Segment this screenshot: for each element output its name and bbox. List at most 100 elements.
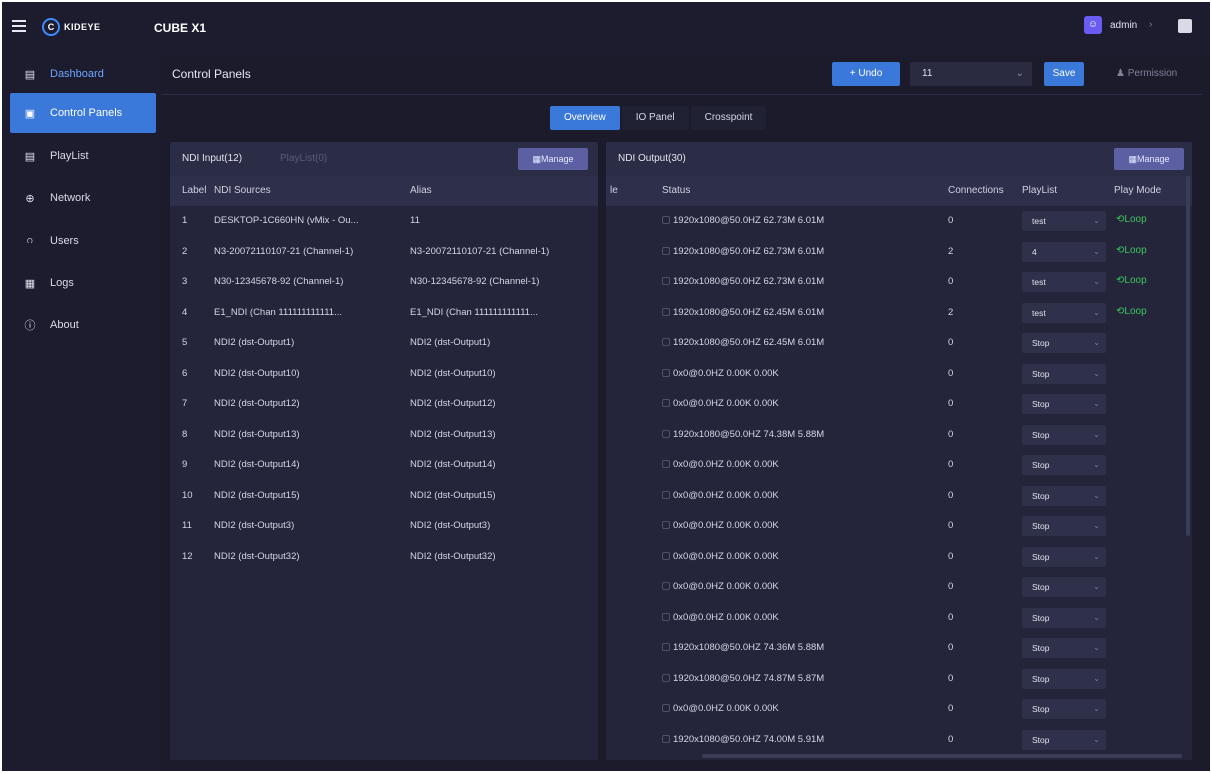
playlist-select[interactable]: Stop ⌄: [1022, 333, 1106, 353]
playlist-select[interactable]: Stop ⌄: [1022, 363, 1106, 384]
table-row[interactable]: 1920x1080@50.0HZ 74.00M 5.91M 0 Stop ⌄: [606, 725, 1192, 756]
logout-icon[interactable]: [1178, 19, 1192, 33]
playlist-select[interactable]: test ⌄: [1022, 211, 1106, 231]
playlist-select[interactable]: test ⌄: [1022, 302, 1106, 323]
table-row[interactable]: 1 DESKTOP-1C660HN (vMix - Ou... 11: [170, 206, 598, 237]
playlist-select[interactable]: Stop ⌄: [1022, 455, 1106, 475]
tab-ndi-output[interactable]: NDI Output(30): [618, 153, 686, 164]
loop-mode-button[interactable]: ⟲Loop: [1116, 275, 1147, 286]
table-row[interactable]: 0x0@0.0HZ 0.00K 0.00K 0 Stop ⌄: [606, 389, 1192, 420]
table-row[interactable]: 5 NDI2 (dst-Output1) NDI2 (dst-Output1): [170, 328, 598, 359]
tab-io-panel[interactable]: IO Panel: [621, 106, 689, 130]
vertical-scrollbar[interactable]: [1186, 176, 1190, 536]
horizontal-scrollbar[interactable]: [702, 754, 1182, 758]
loop-mode-button[interactable]: ⟲Loop: [1116, 245, 1147, 256]
playlist-select[interactable]: Stop ⌄: [1022, 607, 1106, 628]
sidebar: ▤ Dashboard ▣ Control Panels ▤ PlayList ⊕ Netwo…: [2, 54, 162, 771]
output-status: 1920x1080@50.0HZ 62.45M 6.01M: [662, 337, 932, 348]
user-avatar-icon[interactable]: ☺: [1084, 16, 1102, 34]
row-label: 10: [182, 489, 193, 501]
sidebar-item-dashboard[interactable]: ▤ Dashboard: [10, 54, 156, 94]
status-icon: [662, 277, 670, 285]
table-row[interactable]: 3 N30-12345678-92 (Channel-1) N30-12345678…: [170, 267, 598, 298]
chevron-down-icon: ⌄: [1093, 643, 1100, 652]
table-row[interactable]: 9 NDI2 (dst-Output14) NDI2 (dst-Output14): [170, 450, 598, 481]
undo-button[interactable]: + Undo: [832, 62, 900, 86]
playlist-select[interactable]: Stop ⌄: [1022, 424, 1106, 445]
save-button[interactable]: Save: [1044, 62, 1084, 86]
table-row[interactable]: 0x0@0.0HZ 0.00K 0.00K 0 Stop ⌄: [606, 542, 1192, 573]
hamburger-menu-icon[interactable]: [12, 20, 26, 32]
sidebar-item-control-panels[interactable]: ▣ Control Panels: [10, 93, 156, 133]
alias: NDI2 (dst-Output32): [410, 550, 496, 562]
sidebar-item-label: Logs: [50, 277, 74, 289]
sidebar-item-logs[interactable]: ▦ Logs: [10, 263, 156, 303]
chevron-right-icon[interactable]: ›: [1149, 19, 1152, 30]
connections-count: 0: [948, 733, 954, 745]
loop-mode-button[interactable]: ⟲Loop: [1116, 214, 1147, 225]
status-text: 0x0@0.0HZ 0.00K 0.00K: [673, 489, 779, 501]
sidebar-item-playlist[interactable]: ▤ PlayList: [10, 136, 156, 176]
user-name[interactable]: admin: [1110, 20, 1137, 31]
table-row[interactable]: 0x0@0.0HZ 0.00K 0.00K 0 Stop ⌄: [606, 481, 1192, 512]
playlist-select[interactable]: Stop ⌄: [1022, 729, 1106, 750]
table-row[interactable]: 1920x1080@50.0HZ 62.45M 6.01M 2 test ⌄ ⟲Loop: [606, 298, 1192, 329]
table-row[interactable]: 10 NDI2 (dst-Output15) NDI2 (dst-Output15): [170, 481, 598, 512]
playlist-select-value: test: [1032, 216, 1046, 226]
playlist-select[interactable]: Stop ⌄: [1022, 394, 1106, 414]
table-row[interactable]: 1920x1080@50.0HZ 74.38M 5.88M 0 Stop ⌄: [606, 420, 1192, 451]
sidebar-item-about[interactable]: ⓘ About: [10, 305, 156, 345]
table-row[interactable]: 0x0@0.0HZ 0.00K 0.00K 0 Stop ⌄: [606, 359, 1192, 390]
table-row[interactable]: 7 NDI2 (dst-Output12) NDI2 (dst-Output12): [170, 389, 598, 420]
tab-overview[interactable]: Overview: [550, 106, 620, 130]
table-row[interactable]: 12 NDI2 (dst-Output32) NDI2 (dst-Output32): [170, 542, 598, 573]
alias: N3-20072110107-21 (Channel-1): [410, 245, 550, 257]
playlist-select[interactable]: Stop ⌄: [1022, 546, 1106, 567]
table-row[interactable]: 1920x1080@50.0HZ 62.45M 6.01M 0 Stop ⌄: [606, 328, 1192, 359]
playlist-select[interactable]: Stop ⌄: [1022, 516, 1106, 536]
playlist-select-value: Stop: [1032, 582, 1050, 592]
table-row[interactable]: 0x0@0.0HZ 0.00K 0.00K 0 Stop ⌄: [606, 511, 1192, 542]
tab-playlist[interactable]: PlayList(0): [280, 153, 327, 164]
output-manage-button[interactable]: ▦Manage: [1114, 148, 1184, 170]
row-label: 4: [182, 306, 188, 318]
table-row[interactable]: 4 E1_NDI (Chan 111111111111... E1_NDI (Cha…: [170, 298, 598, 329]
table-row[interactable]: 8 NDI2 (dst-Output13) NDI2 (dst-Output13): [170, 420, 598, 451]
status-icon: [662, 338, 670, 346]
playlist-select[interactable]: 4 ⌄: [1022, 241, 1106, 262]
playlist-select[interactable]: Stop ⌄: [1022, 485, 1106, 506]
input-manage-button[interactable]: ▦Manage: [518, 148, 588, 170]
status-icon: [662, 399, 670, 407]
playlist-select[interactable]: Stop ⌄: [1022, 668, 1106, 689]
table-row[interactable]: 1920x1080@50.0HZ 62.73M 6.01M 0 test ⌄ ⟲Loop: [606, 206, 1192, 237]
table-row[interactable]: 1920x1080@50.0HZ 62.73M 6.01M 0 test ⌄ ⟲Loop: [606, 267, 1192, 298]
connections-count: 2: [948, 306, 954, 318]
chevron-down-icon: ⌄: [1093, 673, 1100, 683]
tab-ndi-input[interactable]: NDI Input(12): [182, 153, 242, 164]
permission-button[interactable]: ♟ Permission: [1116, 68, 1177, 79]
playlist-select-value: Stop: [1032, 490, 1050, 501]
loop-mode-button[interactable]: ⟲Loop: [1116, 306, 1147, 317]
table-row[interactable]: 0x0@0.0HZ 0.00K 0.00K 0 Stop ⌄: [606, 572, 1192, 603]
sidebar-item-network[interactable]: ⊕ Network: [10, 178, 156, 218]
playlist-select[interactable]: Stop ⌄: [1022, 638, 1106, 658]
table-row[interactable]: 0x0@0.0HZ 0.00K 0.00K 0 Stop ⌄: [606, 450, 1192, 481]
table-row[interactable]: 1920x1080@50.0HZ 62.73M 6.01M 2 4 ⌄ ⟲Loop: [606, 237, 1192, 268]
playlist-select[interactable]: Stop ⌄: [1022, 699, 1106, 719]
table-row[interactable]: 0x0@0.0HZ 0.00K 0.00K 0 Stop ⌄: [606, 694, 1192, 725]
chevron-down-icon: ⌄: [1093, 582, 1100, 591]
playlist-select[interactable]: Stop ⌄: [1022, 577, 1106, 597]
table-row[interactable]: 1920x1080@50.0HZ 74.87M 5.87M 0 Stop ⌄: [606, 664, 1192, 695]
sidebar-item-users[interactable]: ဂ Users: [10, 221, 156, 261]
table-row[interactable]: 2 N3-20072110107-21 (Channel-1) N3-2007211…: [170, 237, 598, 268]
output-status: 0x0@0.0HZ 0.00K 0.00K: [662, 703, 932, 714]
logo: C KIDEYE: [42, 17, 120, 37]
playlist-select-value: 4: [1032, 246, 1037, 257]
table-row[interactable]: 11 NDI2 (dst-Output3) NDI2 (dst-Output3): [170, 511, 598, 542]
preset-select[interactable]: 11 ⌄: [910, 62, 1032, 86]
table-row[interactable]: 6 NDI2 (dst-Output10) NDI2 (dst-Output10): [170, 359, 598, 390]
tab-crosspoint[interactable]: Crosspoint: [690, 106, 767, 130]
table-row[interactable]: 0x0@0.0HZ 0.00K 0.00K 0 Stop ⌄: [606, 603, 1192, 634]
table-row[interactable]: 1920x1080@50.0HZ 74.36M 5.88M 0 Stop ⌄: [606, 633, 1192, 664]
playlist-select[interactable]: test ⌄: [1022, 272, 1106, 292]
